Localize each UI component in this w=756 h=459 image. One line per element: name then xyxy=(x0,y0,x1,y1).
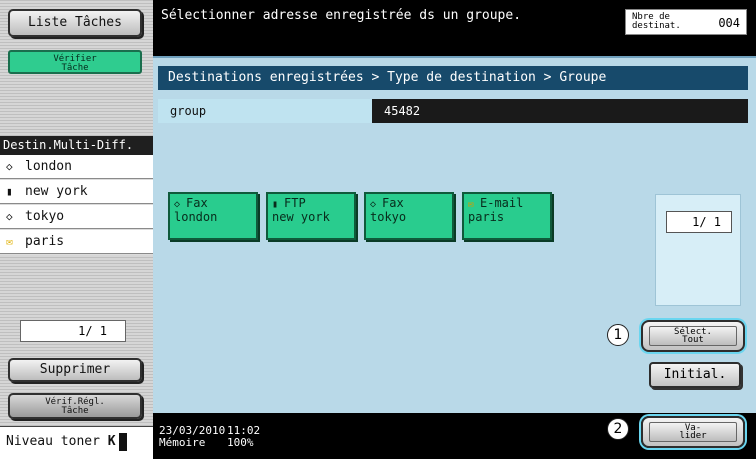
select-all-label: Sélect. Tout xyxy=(674,327,712,345)
page-box: 1/ 1 xyxy=(655,194,741,306)
group-value: 45482 xyxy=(372,99,748,123)
destination-count-label: Nbre de destinat. xyxy=(632,12,681,31)
validate-label: Va- lider xyxy=(679,423,707,441)
validate-button[interactable]: Va- lider xyxy=(641,416,745,448)
check-settings-button[interactable]: Vérif.Régl. Tâche xyxy=(8,393,142,419)
multi-dest-name: tokyo xyxy=(25,209,65,224)
tile-name: paris xyxy=(468,210,505,224)
job-list-label: Liste Tâches xyxy=(28,15,122,30)
toner-letter: K xyxy=(107,434,116,449)
destination-tile[interactable]: ◇ Fax london xyxy=(168,192,258,240)
fax-icon: ◇ xyxy=(6,210,13,223)
selection-panel: Destinations enregistrées > Type de dest… xyxy=(153,56,756,413)
breadcrumb: Destinations enregistrées > Type de dest… xyxy=(158,66,748,90)
delete-label: Supprimer xyxy=(39,362,111,377)
check-job-button[interactable]: Vérifier Tâche xyxy=(8,50,142,74)
instruction-message: Sélectionner adresse enregistrée ds un g… xyxy=(161,8,522,23)
multi-dest-item[interactable]: ◇ london xyxy=(0,155,153,179)
destination-count: Nbre de destinat. 004 xyxy=(625,9,747,35)
page-indicator: 1/ 1 xyxy=(666,211,732,233)
copier-screen: Liste Tâches Vérifier Tâche Destin.Multi… xyxy=(0,0,756,459)
tile-type: FTP xyxy=(284,196,306,210)
status-bar: 23/03/2010 11:02 Mémoire 100% xyxy=(159,425,260,449)
delete-button[interactable]: Supprimer xyxy=(8,358,142,382)
tile-name: tokyo xyxy=(370,210,407,224)
tile-name: london xyxy=(174,210,218,224)
initial-button[interactable]: Initial. xyxy=(649,362,741,388)
destination-tile[interactable]: ◇ Fax tokyo xyxy=(364,192,454,240)
memory-value: 100% xyxy=(227,436,254,449)
destination-count-value: 004 xyxy=(718,16,740,30)
toner-bar xyxy=(118,432,127,451)
ftp-icon: ▮ xyxy=(6,185,13,198)
multi-dest-header: Destin.Multi-Diff. xyxy=(0,136,153,155)
left-page-indicator: 1/ 1 xyxy=(20,320,126,342)
group-row: group 45482 xyxy=(158,99,748,123)
multi-dest-item[interactable]: ◇ tokyo xyxy=(0,205,153,229)
main-area: Sélectionner adresse enregistrée ds un g… xyxy=(153,0,756,459)
tile-name: new york xyxy=(272,210,330,224)
toner-level: Niveau toner K xyxy=(0,426,153,459)
callout-2: 2 xyxy=(607,418,629,440)
destination-tile[interactable]: ▮ FTP new york xyxy=(266,192,356,240)
tile-type: E-mail xyxy=(480,196,524,210)
check-settings-label: Vérif.Régl. Tâche xyxy=(45,397,105,416)
multi-dest-item[interactable]: ▮ new york xyxy=(0,180,153,204)
tile-type: Fax xyxy=(382,196,404,210)
select-all-button[interactable]: Sélect. Tout xyxy=(641,320,745,352)
left-panel: Liste Tâches Vérifier Tâche Destin.Multi… xyxy=(0,0,153,459)
group-label: group xyxy=(170,104,207,118)
toner-label: Niveau toner xyxy=(6,434,100,449)
check-job-label: Vérifier Tâche xyxy=(53,54,97,73)
initial-label: Initial. xyxy=(663,367,727,382)
email-icon: ✉ xyxy=(6,235,13,248)
fax-icon: ◇ xyxy=(6,160,13,173)
multi-dest-name: new york xyxy=(25,184,88,199)
job-list-button[interactable]: Liste Tâches xyxy=(8,9,142,37)
multi-dest-name: paris xyxy=(25,234,65,249)
multi-dest-item[interactable]: ✉ paris xyxy=(0,230,153,254)
multi-dest-name: london xyxy=(25,159,72,174)
tile-type: Fax xyxy=(186,196,208,210)
memory-label: Mémoire xyxy=(159,436,206,449)
destination-tile[interactable]: ✉ E-mail paris xyxy=(462,192,552,240)
callout-1: 1 xyxy=(607,324,629,346)
